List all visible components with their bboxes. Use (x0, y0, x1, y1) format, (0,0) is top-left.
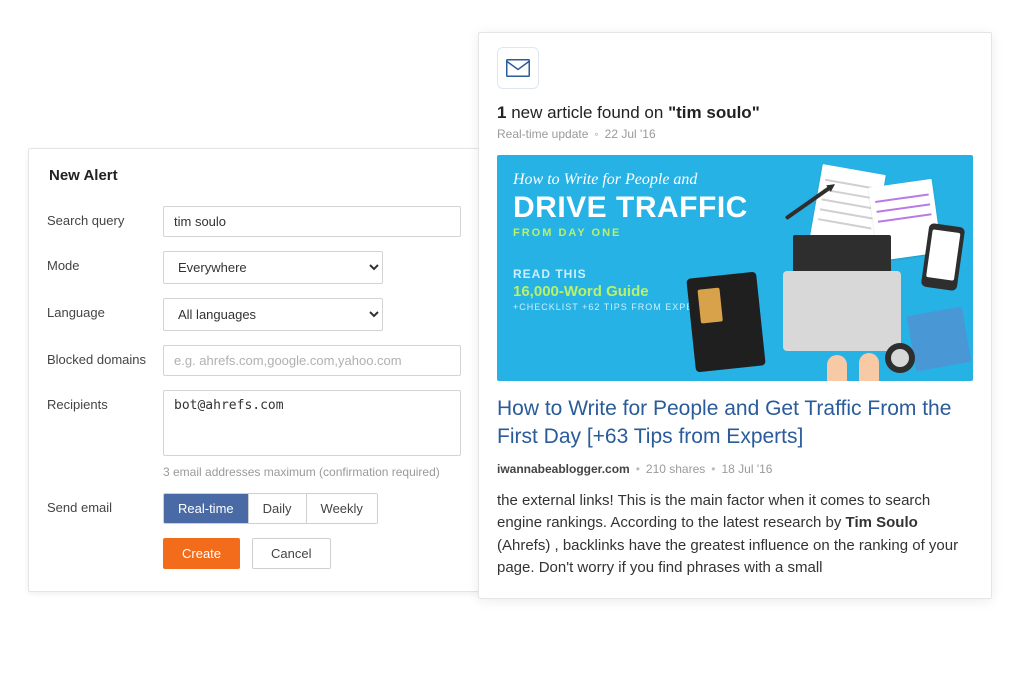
mode-select[interactable]: Everywhere (163, 251, 383, 284)
recipients-label: Recipients (47, 390, 163, 412)
found-headline: 1 new article found on "tim soulo" (497, 103, 973, 123)
thumb-illustration (709, 165, 959, 375)
blocked-domains-label: Blocked domains (47, 345, 163, 367)
blocked-domains-input[interactable] (163, 345, 461, 376)
recipients-input[interactable]: bot@ahrefs.com (163, 390, 461, 456)
language-label: Language (47, 298, 163, 320)
frequency-weekly[interactable]: Weekly (306, 494, 377, 523)
frequency-daily[interactable]: Daily (248, 494, 306, 523)
mail-icon (497, 47, 539, 89)
article-site[interactable]: iwannabeablogger.com (497, 462, 630, 476)
search-query-input[interactable] (163, 206, 461, 237)
article-date: 18 Jul '16 (721, 462, 772, 476)
article-title-link[interactable]: How to Write for People and Get Traffic … (497, 395, 973, 452)
frequency-realtime[interactable]: Real-time (164, 494, 248, 523)
new-alert-panel: New Alert Search query Mode Everywhere L… (28, 148, 480, 592)
article-thumbnail[interactable]: How to Write for People and DRIVE TRAFFI… (497, 155, 973, 381)
update-subline: Real-time update◦22 Jul '16 (497, 127, 973, 141)
language-select[interactable]: All languages (163, 298, 383, 331)
article-excerpt: the external links! This is the main fac… (497, 490, 973, 580)
search-query-label: Search query (47, 206, 163, 228)
article-shares: 210 shares (646, 462, 705, 476)
create-button[interactable]: Create (163, 538, 240, 569)
article-meta: iwannabeablogger.com•210 shares•18 Jul '… (497, 462, 973, 476)
email-preview-panel: 1 new article found on "tim soulo" Real-… (478, 32, 992, 599)
panel-title: New Alert (49, 167, 461, 184)
recipients-hint: 3 email addresses maximum (confirmation … (163, 465, 461, 479)
mode-label: Mode (47, 251, 163, 273)
frequency-segmented: Real-time Daily Weekly (163, 493, 378, 524)
send-email-label: Send email (47, 493, 163, 515)
cancel-button[interactable]: Cancel (252, 538, 330, 569)
